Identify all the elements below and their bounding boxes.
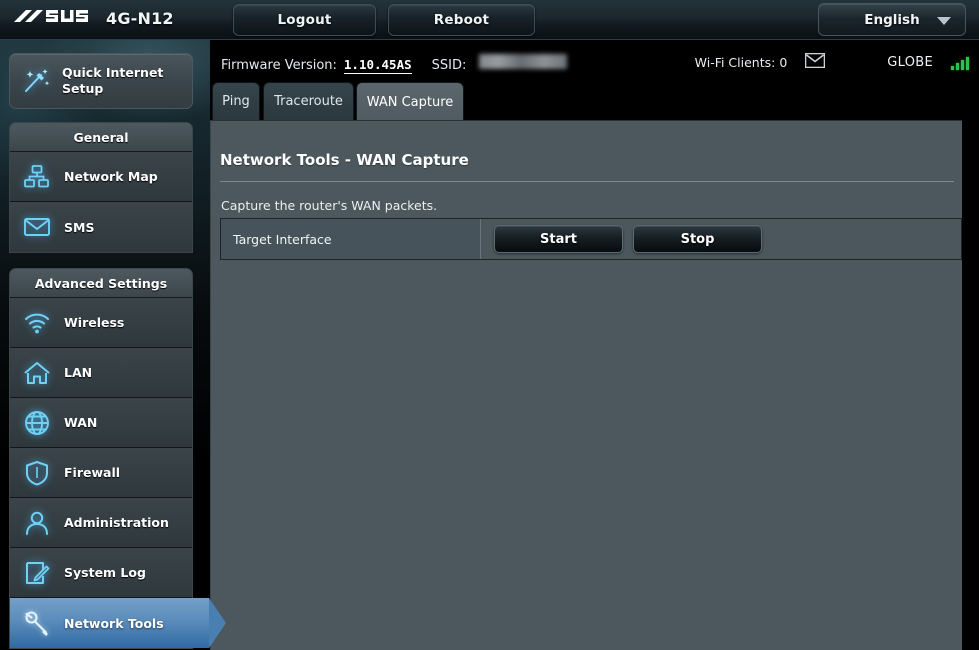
quick-internet-setup-button[interactable]: Quick Internet Setup [9, 53, 193, 109]
status-info-bar: Firmware Version: 1.10.45AS SSID: Wi-Fi … [210, 40, 979, 85]
target-interface-label: Target Interface [233, 231, 332, 247]
shield-icon [22, 458, 52, 488]
router-model-name: 4G-N12 [106, 8, 174, 28]
language-selector-label: English [864, 11, 920, 28]
sidebar-item-system-log-label: System Log [64, 565, 146, 580]
language-selector[interactable]: English [818, 3, 966, 36]
user-icon [22, 508, 52, 538]
sidebar-item-firewall-label: Firewall [64, 465, 121, 480]
wrench-icon [22, 608, 52, 638]
main-content-panel: Network Tools - WAN Capture Capture the … [210, 120, 962, 650]
tab-traceroute[interactable]: Traceroute [263, 82, 354, 120]
page-title: Network Tools - WAN Capture [220, 151, 469, 169]
sidebar-item-administration[interactable]: Administration [10, 498, 192, 548]
wifi-clients-count: Wi-Fi Clients: 0 [694, 55, 788, 70]
sidebar-item-sms[interactable]: SMS [10, 202, 192, 252]
page-description: Capture the router's WAN packets. [221, 198, 438, 213]
tab-ping[interactable]: Ping [212, 82, 260, 120]
wifi-icon [22, 308, 52, 338]
sidebar-item-network-tools[interactable]: Network Tools [10, 598, 226, 648]
magic-wand-icon [21, 66, 51, 96]
connection-status-group: Wi-Fi Clients: 0 GLOBE [695, 40, 969, 85]
sidebar-item-lan[interactable]: LAN [10, 348, 192, 398]
tab-wan-capture[interactable]: WAN Capture [356, 82, 464, 122]
sidebar-group-general: General Network Map SMS [9, 122, 193, 253]
sidebar-item-sms-label: SMS [64, 219, 95, 235]
globe-icon [22, 408, 52, 438]
house-icon [22, 358, 52, 388]
sidebar-group-general-header: General [10, 123, 192, 152]
sidebar-item-wireless[interactable]: Wireless [10, 298, 192, 348]
carrier-name: GLOBE [887, 55, 933, 70]
sidebar-item-network-map[interactable]: Network Map [10, 152, 192, 202]
firmware-info: Firmware Version: 1.10.45AS SSID: [221, 54, 568, 74]
sidebar-item-wan[interactable]: WAN [10, 398, 192, 448]
title-divider [220, 181, 954, 182]
chevron-down-icon [937, 17, 951, 25]
sidebar-item-system-log[interactable]: System Log [10, 548, 192, 598]
top-header-bar: 4G-N12 Logout Reboot English [0, 0, 979, 40]
tab-strip: Ping Traceroute WAN Capture [210, 82, 979, 122]
ssid-value [479, 54, 568, 69]
ssid-label: SSID: [431, 58, 467, 73]
capture-actions: Start Stop [481, 219, 961, 259]
sidebar-item-network-map-label: Network Map [64, 169, 158, 184]
logout-button[interactable]: Logout [233, 4, 376, 36]
sidebar-group-advanced-header: Advanced Settings [10, 269, 192, 298]
stop-button[interactable]: Stop [633, 225, 762, 253]
envelope-icon[interactable] [804, 52, 826, 72]
reboot-button[interactable]: Reboot [388, 4, 535, 36]
target-interface-label-cell: Target Interface [221, 219, 481, 259]
sidebar-item-wireless-label: Wireless [64, 315, 125, 330]
sidebar-item-wan-label: WAN [64, 415, 98, 430]
network-map-icon [22, 162, 52, 192]
sidebar: Quick Internet Setup General Network Map… [0, 40, 226, 650]
quick-internet-setup-label: Quick Internet Setup [62, 65, 164, 96]
router-admin-page: 4G-N12 Logout Reboot English Firmware Ve… [0, 0, 979, 650]
firmware-version-label: Firmware Version: [221, 58, 337, 73]
sidebar-item-network-tools-label: Network Tools [64, 615, 164, 631]
brand-area: 4G-N12 [12, 6, 174, 30]
signal-bars-icon [951, 56, 969, 70]
sidebar-group-advanced: Advanced Settings Wireless LAN WAN Firew… [9, 268, 226, 649]
envelope-icon [22, 212, 52, 242]
start-button[interactable]: Start [494, 225, 623, 253]
firmware-version-value[interactable]: 1.10.45AS [343, 57, 412, 74]
sidebar-item-administration-label: Administration [64, 515, 169, 530]
target-interface-row: Target Interface Start Stop [220, 218, 962, 260]
asus-logo [12, 6, 94, 30]
pencil-note-icon [22, 558, 52, 588]
sidebar-item-lan-label: LAN [64, 365, 93, 380]
sidebar-item-firewall[interactable]: Firewall [10, 448, 192, 498]
